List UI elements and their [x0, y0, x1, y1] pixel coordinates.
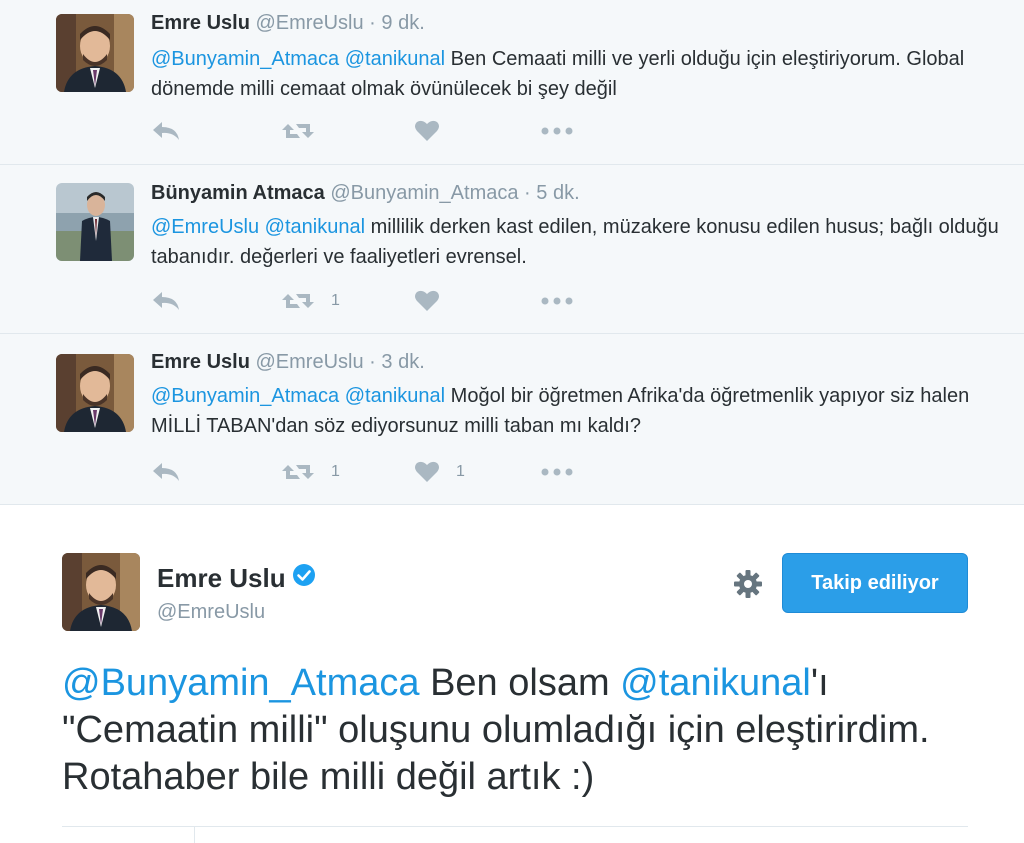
mention-link[interactable]: @tanikunal: [345, 385, 445, 407]
heart-icon: [415, 120, 439, 141]
tweet[interactable]: Emre Uslu @EmreUslu · 3 dk. @Bunyamin_At…: [0, 334, 1024, 505]
timestamp[interactable]: 3 dk.: [381, 351, 424, 373]
more-button[interactable]: [541, 459, 573, 485]
heart-icon: [415, 461, 439, 482]
retweet-icon: [282, 124, 314, 138]
main-tweet-text: @Bunyamin_Atmaca Ben olsam @tanikunal'ı …: [62, 660, 962, 801]
reply-icon: [153, 292, 179, 310]
following-button[interactable]: Takip ediliyor: [782, 553, 968, 613]
author-name[interactable]: Bünyamin Atmaca: [151, 182, 325, 204]
retweet-button[interactable]: 1: [281, 288, 340, 314]
retweet-count: 1: [331, 292, 340, 309]
separator-dot: ·: [369, 351, 376, 373]
timestamp[interactable]: 5 dk.: [536, 182, 579, 204]
reply-icon: [153, 463, 179, 481]
retweet-icon: [282, 465, 314, 479]
tweet-text: @Bunyamin_Atmaca @tanikunal Moğol bir öğ…: [151, 381, 1001, 441]
gear-icon: [734, 570, 762, 598]
tweet-actions: [151, 118, 591, 144]
more-icon: [541, 127, 573, 135]
avatar[interactable]: [56, 354, 134, 432]
timestamp[interactable]: 9 dk.: [381, 12, 424, 34]
avatar[interactable]: [56, 14, 134, 92]
divider: [62, 826, 968, 827]
tweet-body: Ben olsam: [419, 662, 621, 704]
mention-link[interactable]: @tanikunal: [265, 216, 365, 238]
author-handle[interactable]: @EmreUslu: [256, 351, 364, 373]
like-button[interactable]: [414, 288, 456, 314]
tweet-actions: 1: [151, 288, 591, 314]
author-handle[interactable]: @Bunyamin_Atmaca: [330, 182, 518, 204]
more-button[interactable]: [541, 288, 573, 314]
main-tweet: Emre Uslu @EmreUslu Takip ediliyor @Buny…: [0, 505, 1024, 843]
tweet[interactable]: Bünyamin Atmaca @Bunyamin_Atmaca · 5 dk.…: [0, 165, 1024, 334]
separator-dot: ·: [524, 182, 531, 204]
author-handle[interactable]: @EmreUslu: [157, 601, 265, 624]
avatar[interactable]: [56, 183, 134, 261]
mention-link[interactable]: @EmreUslu: [151, 216, 259, 238]
retweet-button[interactable]: 1: [281, 459, 340, 485]
more-icon: [541, 468, 573, 476]
like-button[interactable]: [414, 118, 456, 144]
author-handle[interactable]: @EmreUslu: [256, 12, 364, 34]
mention-link[interactable]: @Bunyamin_Atmaca: [151, 385, 339, 407]
avatar[interactable]: [62, 553, 140, 631]
tweet-text: @Bunyamin_Atmaca @tanikunal Ben Cemaati …: [151, 44, 1001, 104]
reply-icon: [153, 122, 179, 140]
like-count: 1: [456, 463, 465, 480]
heart-icon: [415, 290, 439, 311]
verified-badge-icon: [292, 563, 316, 594]
author-name[interactable]: Emre Uslu: [151, 12, 250, 34]
divider: [194, 826, 195, 843]
more-button[interactable]: [541, 118, 573, 144]
mention-link[interactable]: @tanikunal: [345, 48, 445, 70]
reply-button[interactable]: [151, 459, 181, 485]
mention-link[interactable]: @Bunyamin_Atmaca: [151, 48, 339, 70]
mention-link[interactable]: @tanikunal: [620, 662, 811, 704]
more-icon: [541, 297, 573, 305]
retweet-button[interactable]: [281, 118, 331, 144]
separator-dot: ·: [369, 12, 376, 34]
reply-button[interactable]: [151, 288, 181, 314]
reply-button[interactable]: [151, 118, 181, 144]
like-button[interactable]: 1: [414, 459, 465, 485]
retweet-icon: [282, 294, 314, 308]
author-name[interactable]: Emre Uslu: [151, 351, 250, 373]
settings-button[interactable]: [733, 569, 763, 604]
mention-link[interactable]: @Bunyamin_Atmaca: [62, 662, 420, 704]
author-name[interactable]: Emre Uslu: [157, 563, 286, 594]
tweet[interactable]: Emre Uslu @EmreUslu · 9 dk. @Bunyamin_At…: [0, 0, 1024, 165]
tweet-actions: 1 1: [151, 459, 591, 485]
tweet-text: @EmreUslu @tanikunal millilik derken kas…: [151, 212, 1001, 272]
retweet-count: 1: [331, 463, 340, 480]
